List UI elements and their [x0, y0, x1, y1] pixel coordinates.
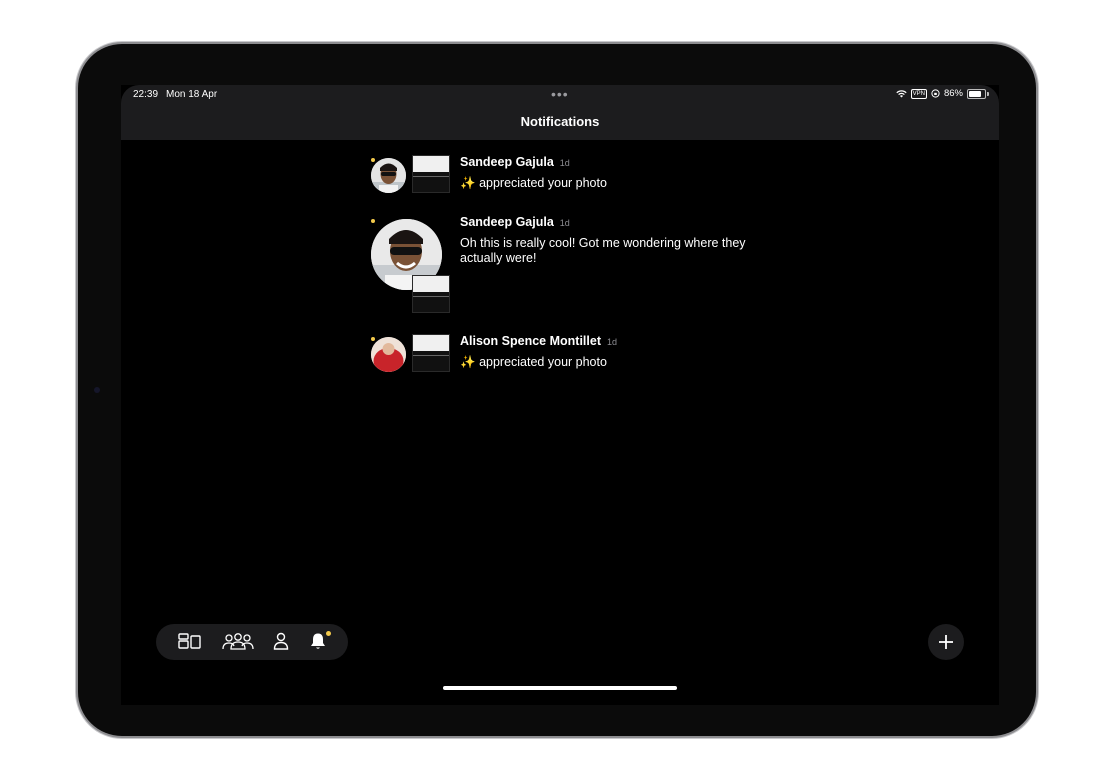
avatar[interactable] [371, 337, 406, 372]
sparkles-icon: ✨ [460, 176, 476, 190]
notification-message: appreciated your photo [479, 176, 607, 190]
battery-tip [987, 91, 989, 96]
orientation-lock-icon [931, 89, 940, 98]
avatar[interactable] [371, 158, 406, 193]
unread-dot [371, 219, 375, 223]
notification-message: appreciated your photo [479, 355, 607, 369]
unread-dot [371, 158, 375, 162]
notification-text: ✨ appreciated your photo [460, 176, 607, 191]
time-ago: 1d [559, 218, 570, 228]
wifi-icon [896, 89, 907, 97]
time-ago: 1d [607, 337, 618, 347]
author-name[interactable]: Alison Spence Montillet [460, 334, 601, 348]
plus-icon [939, 635, 953, 649]
time-ago: 1d [559, 158, 570, 168]
status-indicators: VPN 86% [896, 88, 989, 99]
screen: 22:39 Mon 18 Apr ••• VPN 86% Notificatio… [121, 85, 999, 705]
notification-author: Alison Spence Montillet 1d [460, 334, 617, 348]
notification-badge [326, 631, 331, 636]
comment-text: Oh this is really cool! Got me wondering… [460, 236, 746, 265]
status-date: Mon 18 Apr [166, 89, 218, 100]
page-title: Notifications [520, 114, 600, 129]
notification-author: Sandeep Gajula 1d [460, 215, 570, 229]
notification-author: Sandeep Gajula 1d [460, 155, 570, 169]
photo-thumbnail[interactable] [412, 334, 450, 372]
battery-percent: 86% [943, 88, 963, 99]
bell-icon[interactable] [310, 632, 326, 650]
status-time: 22:39 [133, 89, 159, 100]
home-indicator[interactable] [443, 686, 677, 690]
notification-text: ✨ appreciated your photo [460, 355, 607, 370]
multitasking-dots[interactable]: ••• [551, 86, 569, 102]
photo-thumbnail[interactable] [412, 155, 450, 193]
battery-icon [967, 88, 986, 99]
photo-thumbnail[interactable] [412, 275, 450, 313]
profile-icon[interactable] [273, 632, 289, 650]
sparkles-icon: ✨ [460, 355, 476, 369]
unread-dot [371, 337, 375, 341]
front-camera [94, 387, 100, 393]
tab-bar [156, 624, 348, 660]
author-name[interactable]: Sandeep Gajula [460, 155, 554, 169]
vpn-badge: VPN [910, 88, 927, 99]
navigation-bar: 22:39 Mon 18 Apr ••• VPN 86% Notificatio… [121, 85, 999, 140]
author-name[interactable]: Sandeep Gajula [460, 215, 554, 229]
groups-icon[interactable] [222, 632, 254, 650]
feed-icon[interactable] [178, 632, 202, 650]
add-button[interactable] [928, 624, 964, 660]
